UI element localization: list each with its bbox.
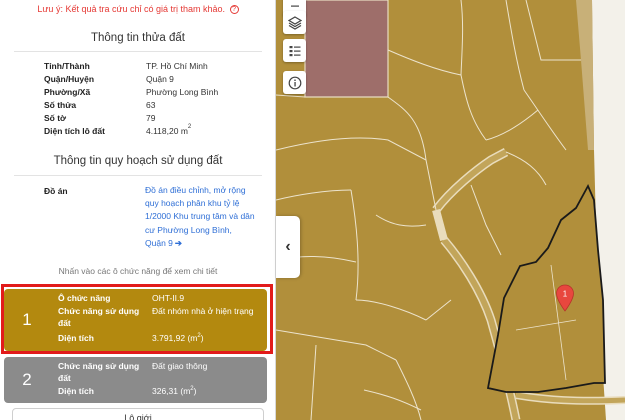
info-row-parcel: Số thửa 63 bbox=[44, 100, 264, 112]
layers-icon bbox=[287, 15, 302, 30]
divider bbox=[14, 51, 262, 52]
planning-map[interactable] bbox=[276, 0, 625, 420]
ward-label: Phường/Xã bbox=[44, 87, 91, 97]
map-canvas[interactable] bbox=[276, 0, 625, 420]
list-icon bbox=[289, 45, 300, 56]
province-label: Tỉnh/Thành bbox=[44, 61, 90, 71]
district-label: Quận/Huyện bbox=[44, 74, 95, 84]
question-icon[interactable]: ? bbox=[229, 5, 239, 15]
collapse-panel-button[interactable]: ‹ bbox=[276, 216, 300, 278]
land-use-value: Đất giao thông bbox=[152, 361, 208, 371]
cell-area-label: Diện tích bbox=[58, 386, 94, 396]
info-row-district: Quận/Huyện Quận 9 bbox=[44, 74, 264, 86]
land-use-label: Chức năng sử dụng đất bbox=[58, 361, 140, 383]
area-value: 4.118,20 m2 bbox=[146, 124, 192, 136]
planning-title: Thông tin quy hoạch sử dụng đất bbox=[53, 155, 223, 167]
province-value: TP. Hồ Chí Minh bbox=[146, 61, 208, 71]
land-info-title: Thông tin thửa đất bbox=[90, 32, 185, 44]
sheet-value: 79 bbox=[146, 113, 156, 123]
cells-hint: Nhấn vào các ô chức năng để xem chi tiết bbox=[58, 266, 218, 276]
pin-label: 1 bbox=[563, 290, 568, 299]
info-button[interactable] bbox=[283, 71, 306, 94]
disclaimer-text: Lưu ý: Kết quả tra cứu chỉ có giá trị th… bbox=[37, 4, 226, 14]
function-cell-2[interactable]: 2 Chức năng sử dụng đất Đất giao thông D… bbox=[4, 357, 267, 403]
info-row-ward: Phường/Xã Phường Long Bình bbox=[44, 87, 264, 99]
location-pin-icon[interactable]: 1 bbox=[555, 284, 575, 312]
minus-icon bbox=[290, 5, 299, 7]
district-value: Quận 9 bbox=[146, 74, 174, 84]
cell-area-value: 326,31 (m2) bbox=[152, 386, 197, 396]
info-panel: Lưu ý: Kết quả tra cứu chỉ có giá trị th… bbox=[0, 0, 276, 420]
road-boundary-button[interactable]: Lô giới bbox=[12, 408, 264, 420]
info-row-area: Diện tích lô đất 4.118,20 m2 bbox=[44, 124, 264, 138]
chevron-left-icon[interactable]: ‹ bbox=[285, 238, 290, 256]
divider bbox=[14, 175, 262, 176]
legend-button[interactable] bbox=[283, 39, 306, 62]
info-row-province: Tỉnh/Thành TP. Hồ Chí Minh bbox=[44, 61, 264, 73]
sheet-label: Số tờ bbox=[44, 113, 67, 123]
do-an-label: Đồ án bbox=[44, 186, 68, 196]
selection-highlight bbox=[1, 284, 273, 354]
disclaimer-notice: Lưu ý: Kết quả tra cứu chỉ có giá trị th… bbox=[0, 4, 275, 15]
cell-number: 2 bbox=[22, 370, 32, 389]
parcel-label: Số thửa bbox=[44, 100, 77, 110]
arrow-right-icon[interactable]: ➔ bbox=[175, 237, 182, 250]
info-row-sheet: Số tờ 79 bbox=[44, 113, 264, 125]
info-icon bbox=[288, 76, 301, 89]
parcel-value: 63 bbox=[146, 100, 156, 110]
do-an-link[interactable]: Đồ án điều chỉnh, mở rộng quy hoạch phân… bbox=[145, 184, 255, 250]
layers-button[interactable] bbox=[283, 11, 306, 34]
area-label: Diện tích lô đất bbox=[44, 126, 105, 136]
do-an-link-text[interactable]: Đồ án điều chỉnh, mở rộng quy hoạch phân… bbox=[145, 185, 255, 248]
ward-value: Phường Long Bình bbox=[146, 87, 219, 97]
